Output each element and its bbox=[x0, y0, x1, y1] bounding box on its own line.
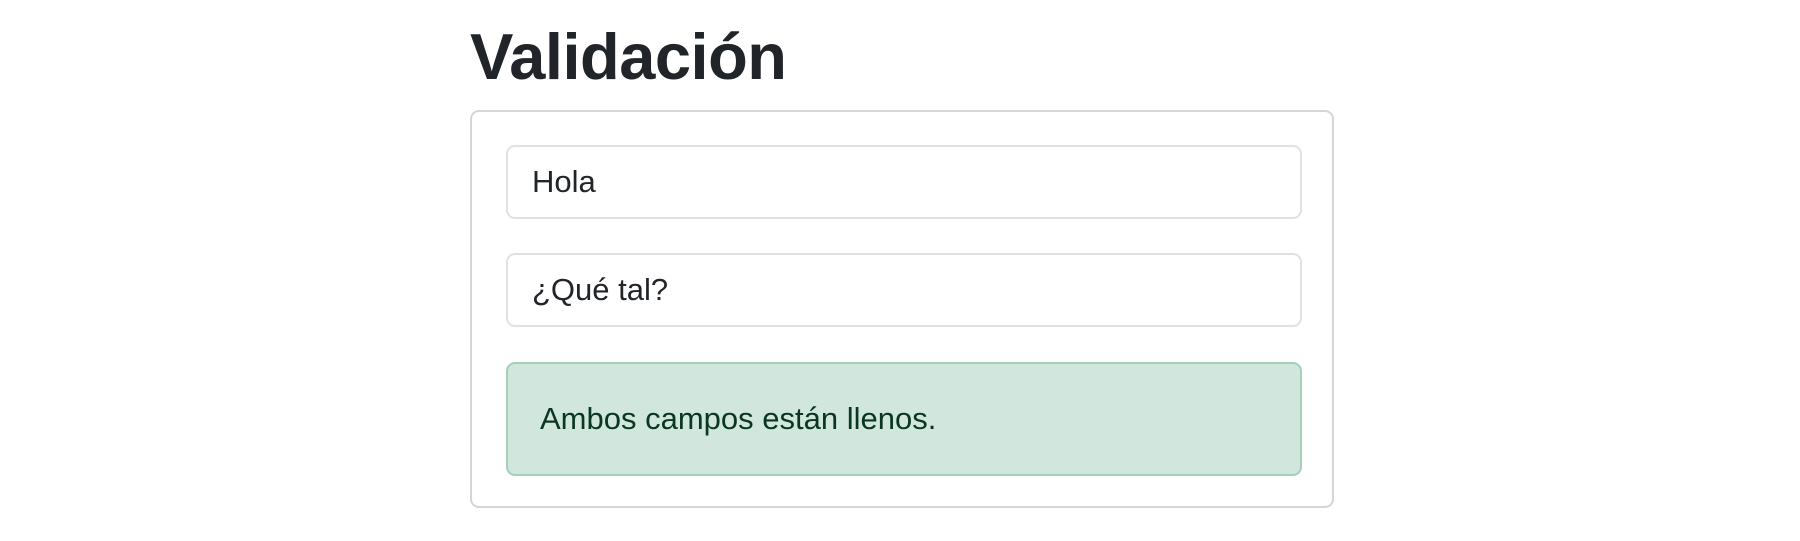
second-text-field[interactable] bbox=[506, 253, 1302, 327]
validation-card: Ambos campos están llenos. bbox=[470, 110, 1334, 508]
first-text-field[interactable] bbox=[506, 145, 1302, 219]
success-alert: Ambos campos están llenos. bbox=[506, 362, 1302, 476]
page-title: Validación bbox=[470, 20, 787, 93]
